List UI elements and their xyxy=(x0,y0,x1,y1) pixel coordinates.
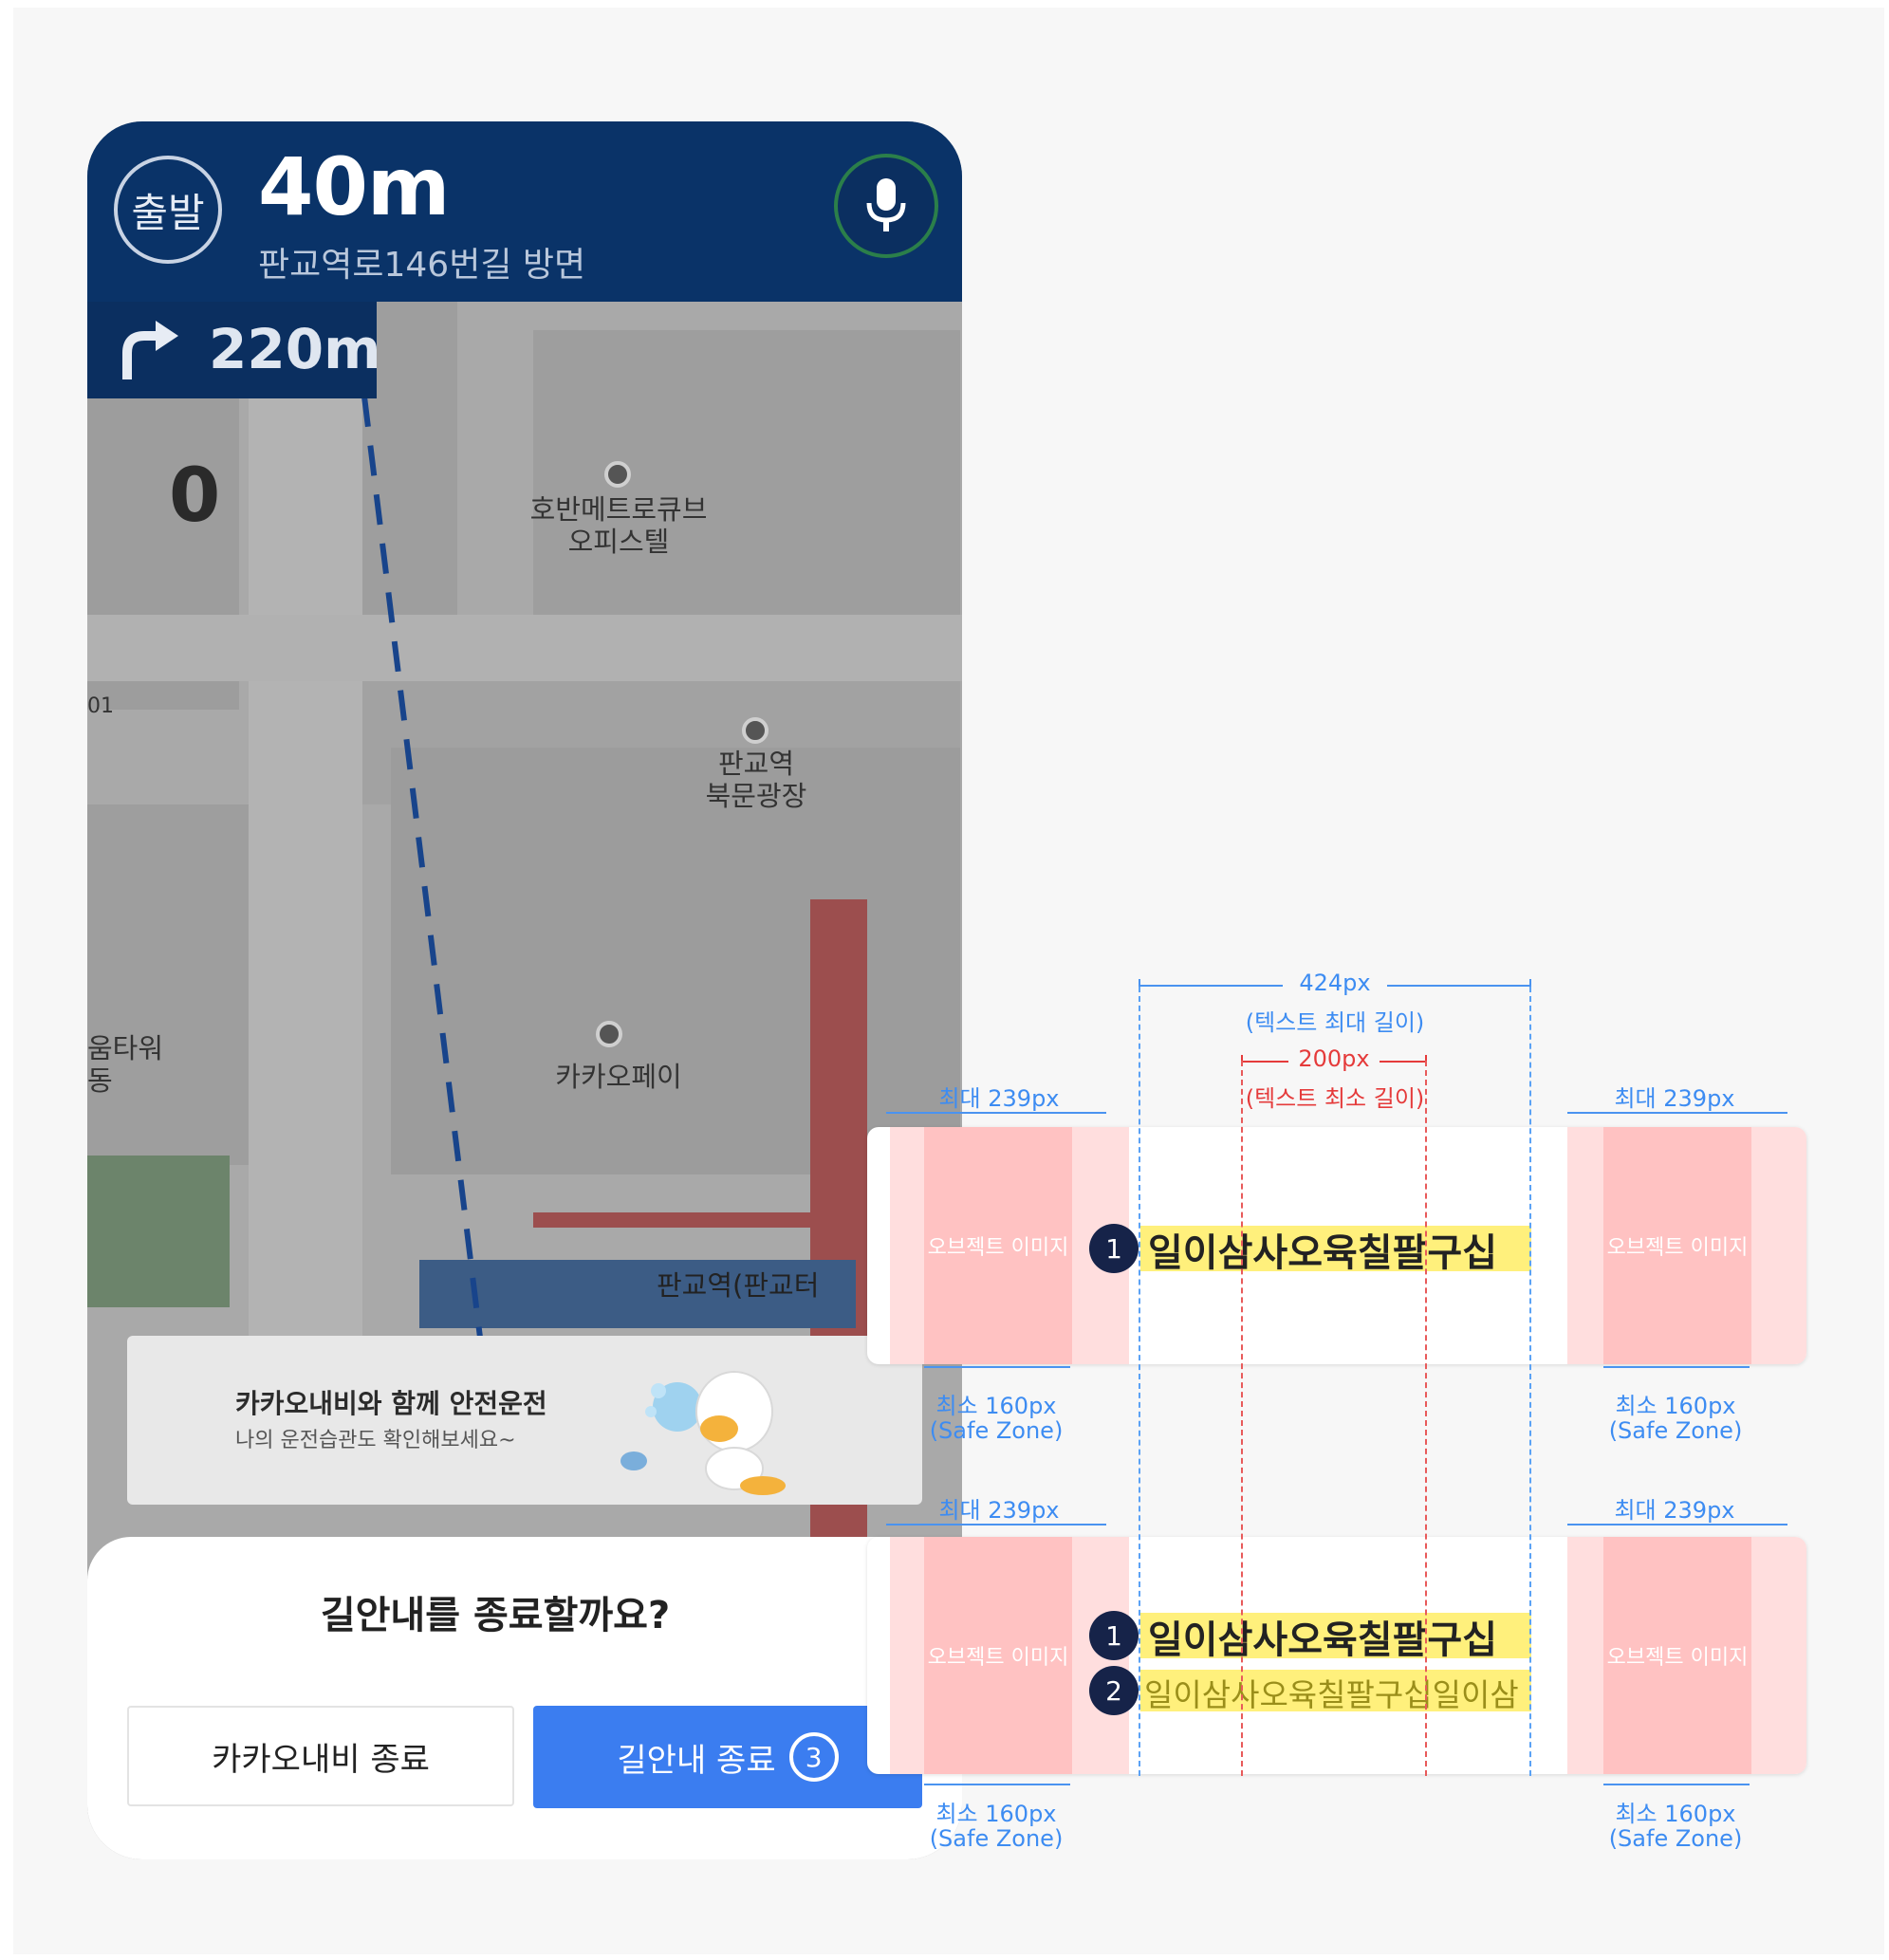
sample-text-line-1: 일이삼사오육칠팔구십 xyxy=(1148,1231,1497,1275)
safe-zone-label-right: (Safe Zone) xyxy=(1608,1417,1743,1444)
line-2-badge: 2 xyxy=(1089,1666,1139,1715)
max-object-width-label-left: 최대 239px xyxy=(938,1085,1060,1112)
map-label-tower: 움타워 동 xyxy=(87,1032,164,1097)
min-object-line-right xyxy=(1603,1784,1750,1785)
phone-screen: 0 호반메트로큐브 오피스텔 판교역 북문광장 카카오페이 움타워 동 01 판… xyxy=(87,121,962,1859)
object-image-right: 오브젝트 이미지 xyxy=(1603,1127,1751,1364)
max-text-guide-left xyxy=(1139,987,1140,1776)
max-object-width-label-right: 최대 239px xyxy=(1614,1085,1735,1112)
next-turn-panel: 220m xyxy=(87,302,381,398)
banner-title: 카카오내비와 함께 안전운전 xyxy=(235,1388,547,1419)
character-illustration xyxy=(620,1371,786,1495)
building-icon xyxy=(596,1021,622,1047)
countdown-badge: 3 xyxy=(788,1732,839,1782)
object-image-left: 오브젝트 이미지 xyxy=(924,1537,1072,1774)
spec-card-single-line: 오브젝트 이미지 오브젝트 이미지 1 일이삼사오육칠팔구십 xyxy=(867,1127,1806,1364)
min-text-guide-right xyxy=(1425,1061,1427,1776)
banner-subtitle: 나의 운전습관도 확인해보세요~ xyxy=(235,1429,516,1452)
end-guidance-label: 길안내 종료 xyxy=(617,1741,776,1780)
microphone-button[interactable] xyxy=(834,154,938,258)
min-object-width-label-left: 최소 160px xyxy=(935,1801,1057,1827)
map-label-hoban: 호반메트로큐브 오피스텔 xyxy=(529,493,708,558)
line-1-badge: 1 xyxy=(1089,1224,1139,1273)
microphone-icon xyxy=(866,178,906,231)
min-object-width-label-left: 최소 160px xyxy=(935,1393,1057,1419)
road-direction: 판교역로146번길 방면 xyxy=(258,246,586,285)
min-text-caption: (텍스트 최소 길이) xyxy=(1245,1085,1425,1112)
exit-question: 길안내를 종료할까요? xyxy=(320,1594,671,1637)
object-image-right: 오브젝트 이미지 xyxy=(1603,1537,1751,1774)
max-object-line-right xyxy=(1567,1524,1787,1525)
start-badge: 출발 xyxy=(114,156,222,264)
max-text-caption: (텍스트 최대 길이) xyxy=(1245,1009,1425,1036)
min-object-line-right xyxy=(1603,1366,1750,1368)
speed-display: 0 xyxy=(169,453,221,539)
min-object-line-left xyxy=(924,1366,1070,1368)
map-label-left-number: 01 xyxy=(87,694,114,718)
min-object-line-left xyxy=(924,1784,1070,1785)
guidance-header: 출발 40m 판교역로146번길 방면 xyxy=(87,121,962,302)
max-object-line-left xyxy=(886,1524,1106,1525)
sample-text-line-1: 일이삼사오육칠팔구십 xyxy=(1148,1618,1497,1662)
turn-distance: 40m xyxy=(258,140,450,233)
turn-right-icon xyxy=(122,321,178,379)
max-text-width-label: 424px xyxy=(1283,970,1387,996)
map-label-kakaopay: 카카오페이 xyxy=(555,1061,682,1093)
safe-zone-label-left: (Safe Zone) xyxy=(929,1417,1064,1444)
sample-text-line-2: 일이삼사오육칠팔구십일이삼 xyxy=(1144,1676,1519,1713)
line-1-badge: 1 xyxy=(1089,1611,1139,1660)
min-object-width-label-right: 최소 160px xyxy=(1615,1393,1736,1419)
spec-card-two-line: 오브젝트 이미지 오브젝트 이미지 1 일이삼사오육칠팔구십 2 일이삼사오육칠… xyxy=(867,1537,1806,1774)
max-object-line-right xyxy=(1567,1112,1787,1114)
exit-app-button[interactable]: 카카오내비 종료 xyxy=(127,1706,514,1806)
exit-dialog: 길안내를 종료할까요? 카카오내비 종료 길안내 종료 3 xyxy=(87,1537,962,1859)
station-exit-icon xyxy=(742,717,769,744)
object-image-left: 오브젝트 이미지 xyxy=(924,1127,1072,1364)
min-object-width-label-right: 최소 160px xyxy=(1615,1801,1736,1827)
max-text-guide-right xyxy=(1529,987,1531,1776)
building-icon xyxy=(604,461,631,488)
end-guidance-button[interactable]: 길안내 종료 3 xyxy=(533,1706,922,1808)
max-object-line-left xyxy=(886,1112,1106,1114)
max-object-width-label-left: 최대 239px xyxy=(938,1497,1060,1524)
safe-zone-label-left: (Safe Zone) xyxy=(929,1825,1064,1852)
safe-zone-label-right: (Safe Zone) xyxy=(1608,1825,1743,1852)
safe-driving-banner[interactable]: 카카오내비와 함께 안전운전 나의 운전습관도 확인해보세요~ xyxy=(127,1336,922,1505)
map-label-pangyo-north: 판교역 북문광장 xyxy=(705,748,807,812)
next-turn-distance: 220m xyxy=(209,317,381,381)
min-text-width-label: 200px xyxy=(1288,1045,1380,1072)
min-text-guide-left xyxy=(1241,1061,1243,1776)
max-object-width-label-right: 최대 239px xyxy=(1614,1497,1735,1524)
